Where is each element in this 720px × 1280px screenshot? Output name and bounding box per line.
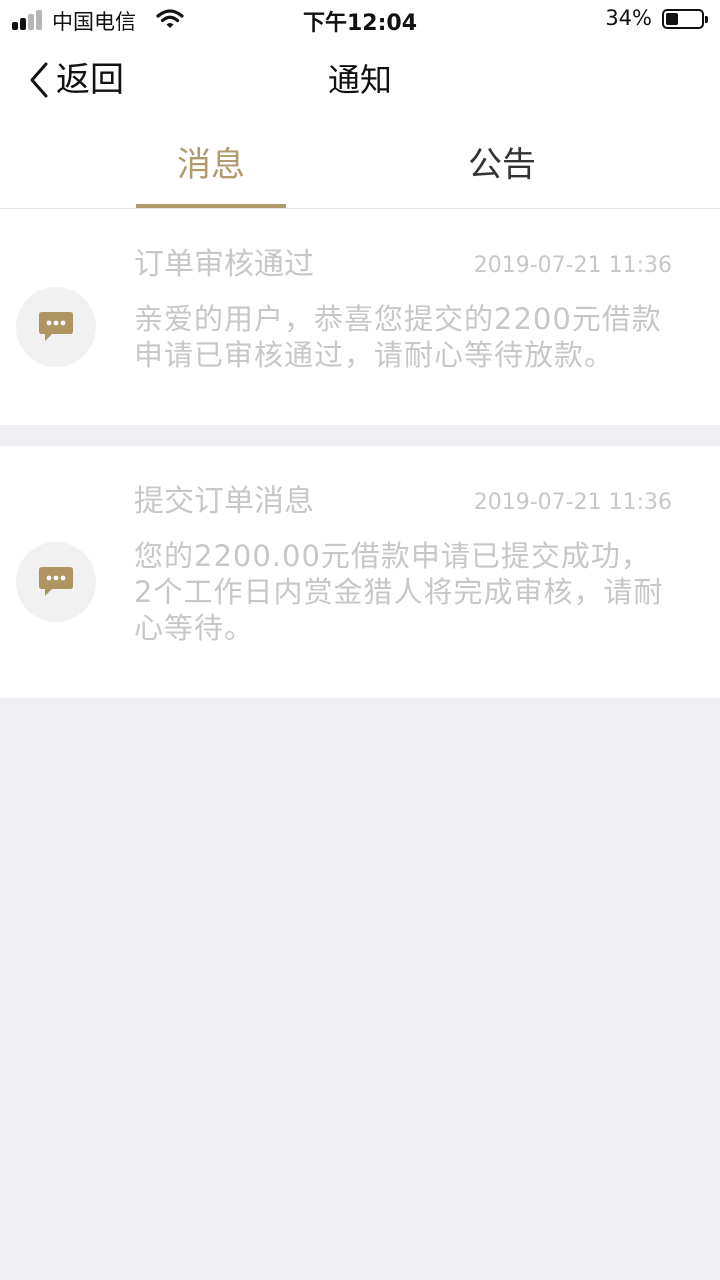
tab-bar: 消息 公告 (0, 128, 720, 208)
message-time: 2019-07-21 11:36 (473, 490, 672, 515)
chat-bubble-icon (39, 312, 73, 341)
message-title: 提交订单消息 (134, 484, 314, 519)
header-area: 中国电信 下午12:04 34% 返回 通知 消息 公告 (0, 0, 720, 209)
message-body: 亲爱的用户，恭喜您提交的2200元借款申请已审核通过，请耐心等待放款。 (134, 302, 662, 372)
chat-bubble-icon (39, 567, 73, 596)
message-item[interactable]: 提交订单消息 2019-07-21 11:36 您的2200.00元借款申请已提… (0, 446, 720, 698)
battery-level-fill (666, 13, 678, 25)
navigation-bar: 返回 通知 (0, 40, 720, 120)
message-title: 订单审核通过 (134, 247, 314, 282)
tab-announcements-label: 公告 (468, 145, 536, 185)
message-time: 2019-07-21 11:36 (473, 253, 672, 278)
active-tab-indicator (136, 204, 286, 208)
tab-announcements[interactable]: 公告 (427, 128, 577, 208)
message-body: 您的2200.00元借款申请已提交成功，2个工作日内赏金猎人将完成审核，请耐心等… (134, 539, 664, 645)
message-avatar (16, 287, 96, 367)
message-avatar (16, 542, 96, 622)
battery-percent: 34% (605, 6, 652, 30)
page-title: 通知 (327, 61, 392, 99)
battery-icon (662, 9, 708, 29)
message-item[interactable]: 订单审核通过 2019-07-21 11:36 亲爱的用户，恭喜您提交的2200… (0, 209, 720, 425)
tab-messages-label: 消息 (177, 145, 245, 185)
tab-messages[interactable]: 消息 (136, 128, 286, 208)
status-bar: 中国电信 下午12:04 34% (0, 0, 720, 40)
